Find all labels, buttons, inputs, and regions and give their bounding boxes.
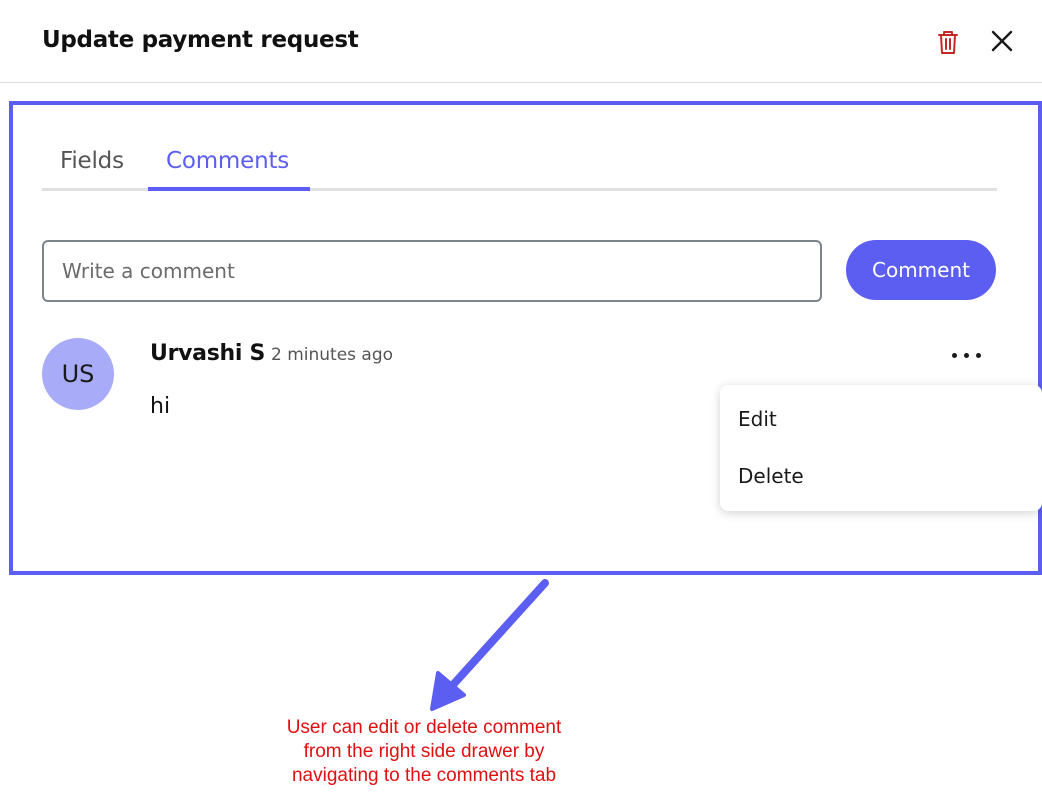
trash-icon: [938, 31, 958, 54]
avatar: US: [42, 338, 114, 410]
delete-button[interactable]: [933, 27, 963, 57]
tab-comments[interactable]: Comments: [166, 148, 289, 174]
more-dot: [975, 352, 981, 358]
tab-active-indicator: [148, 187, 310, 191]
more-options-button[interactable]: [944, 340, 988, 370]
comment-submit-button[interactable]: Comment: [846, 240, 996, 300]
annotation-caption: User can edit or delete comment from the…: [234, 716, 614, 788]
close-button[interactable]: [988, 27, 1016, 55]
close-icon: [991, 30, 1013, 52]
annotation-line: from the right side drawer by: [303, 741, 545, 762]
comment-input[interactable]: [42, 240, 822, 302]
annotation-line: navigating to the comments tab: [291, 765, 557, 786]
tab-fields[interactable]: Fields: [60, 148, 124, 174]
more-dot: [963, 352, 969, 358]
more-dots-icon: [951, 352, 957, 358]
annotation-line: User can edit or delete comment: [286, 717, 562, 738]
annotation-arrow-icon: [430, 579, 549, 711]
comment-timestamp: 2 minutes ago: [271, 345, 394, 365]
comment-author: Urvashi S: [150, 341, 266, 366]
tab-bar: Fields Comments: [42, 140, 997, 192]
comment-text: hi: [150, 394, 171, 419]
menu-item-edit[interactable]: Edit: [738, 407, 777, 431]
drawer-title: Update payment request: [42, 27, 359, 53]
comment-context-menu: Edit Delete: [720, 385, 1042, 511]
menu-item-delete[interactable]: Delete: [738, 464, 804, 488]
drawer-header: Update payment request: [0, 0, 1042, 83]
